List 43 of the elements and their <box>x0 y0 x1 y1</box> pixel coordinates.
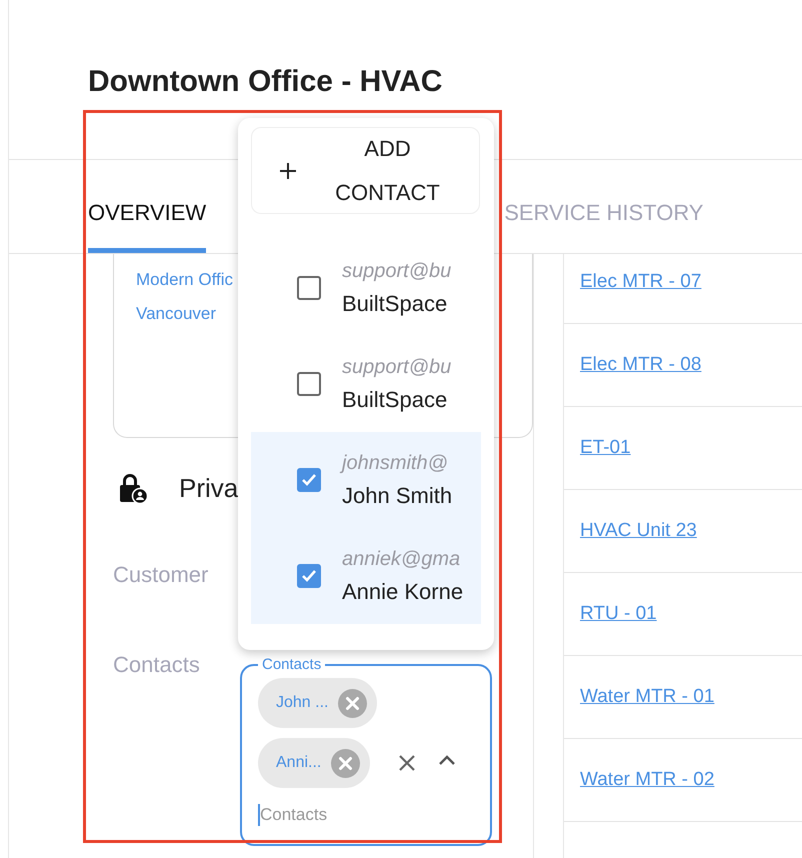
text-cursor <box>258 804 260 826</box>
page-title: Downtown Office - HVAC <box>88 65 442 99</box>
contact-option[interactable]: johnsmith@ John Smith <box>251 432 481 528</box>
asset-link[interactable]: Elec MTR - 08 <box>580 354 702 376</box>
clear-icon[interactable] <box>398 754 416 772</box>
asset-link[interactable]: HVAC Unit 23 <box>580 520 697 542</box>
checkbox[interactable] <box>297 564 321 588</box>
add-contact-button[interactable]: ADD CONTACT <box>251 127 480 214</box>
field-label: Contacts <box>261 656 322 674</box>
chevron-up-icon[interactable] <box>438 754 456 766</box>
check-icon <box>301 473 317 487</box>
plus-icon <box>278 162 296 180</box>
contact-option[interactable]: support@bu BuiltSpace <box>251 240 481 336</box>
contact-email: support@bu <box>342 260 452 282</box>
contact-chip[interactable]: John ... <box>258 678 378 728</box>
lock-person-icon <box>117 472 147 504</box>
tab[interactable]: OVERVIEW <box>88 200 206 253</box>
location-text: Modern Offic <box>136 270 234 290</box>
contact-name: BuiltSpace <box>342 290 448 316</box>
checkbox[interactable] <box>297 468 321 492</box>
contact-email: johnsmith@ <box>342 452 452 474</box>
customer-label: Customer <box>113 562 208 588</box>
privacy-label: Priva <box>179 472 238 504</box>
contacts-select-field[interactable]: Contacts John ... Anni... Contacts <box>240 656 492 846</box>
check-icon <box>301 569 317 583</box>
contacts-label: Contacts <box>113 652 201 679</box>
contact-email: anniek@gma <box>342 548 462 570</box>
contact-option[interactable]: anniek@gma Annie Korne <box>251 528 481 624</box>
contact-name: BuiltSpace <box>342 386 448 412</box>
contact-name: Annie Korne <box>342 578 464 604</box>
asset-link[interactable]: ET-01 <box>580 437 631 459</box>
checkbox[interactable] <box>297 276 321 300</box>
asset-link[interactable]: Water MTR - 02 <box>580 769 714 791</box>
contact-name: John Smith <box>342 482 452 508</box>
asset-link[interactable]: RTU - 01 <box>580 603 657 625</box>
asset-link[interactable]: Water MTR - 01 <box>580 686 714 708</box>
contact-email: support@bu <box>342 356 452 378</box>
asset-link[interactable]: Elec MTR - 07 <box>580 271 702 293</box>
location-text: Vancouver <box>136 304 216 324</box>
tab[interactable]: SERVICE HISTORY <box>504 200 704 253</box>
checkbox[interactable] <box>297 372 321 396</box>
contact-option[interactable]: support@bu BuiltSpace <box>251 336 481 432</box>
contact-chip[interactable]: Anni... <box>258 738 370 788</box>
